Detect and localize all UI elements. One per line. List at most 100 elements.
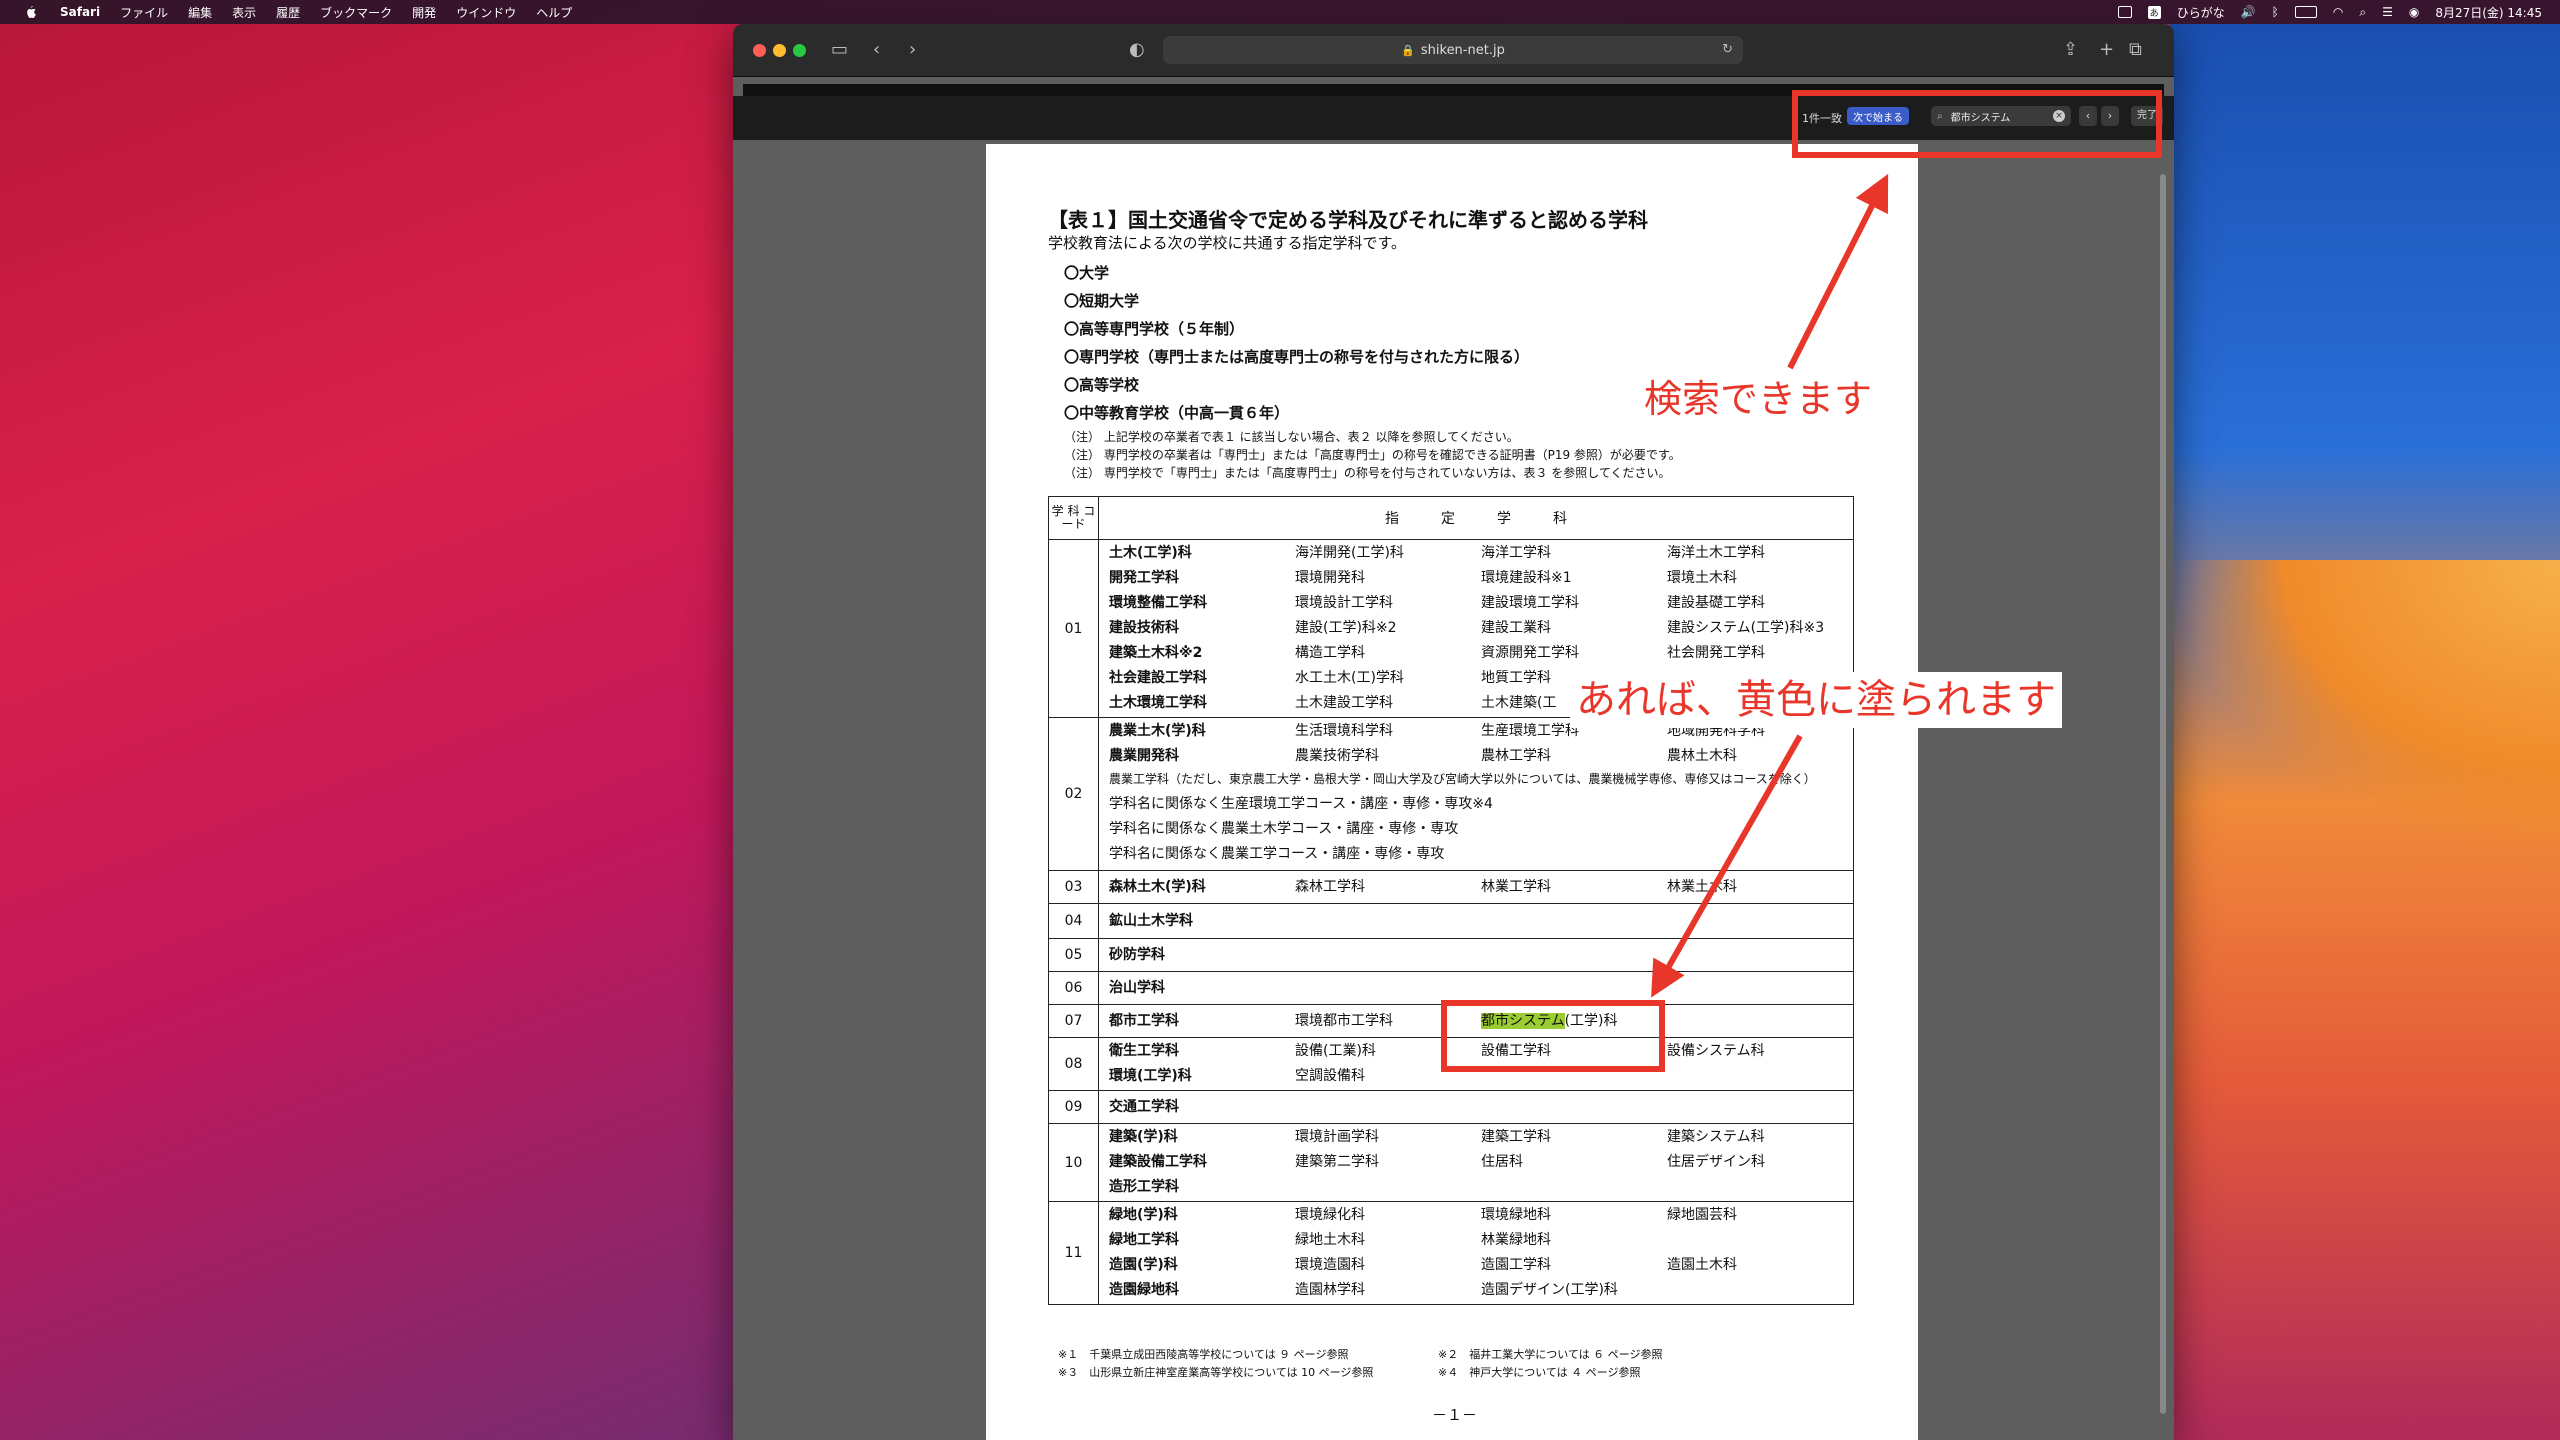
control-center-icon[interactable]: ☰ [2382, 5, 2393, 19]
subject-cell: 資源開発工学科 [1481, 645, 1579, 661]
subject-cell [1481, 1098, 1667, 1117]
subject-cell: 林業工学科 [1481, 878, 1551, 895]
toolbar: ▭ ‹ › ◐ 🔒 shiken-net.jp ↻ ⇪ + ⧉ [733, 24, 2174, 77]
row-code: 07 [1048, 1004, 1099, 1038]
school-item: 〇短期大学 [1064, 292, 1140, 310]
table-row: 05 砂防学科 [1048, 938, 1854, 972]
subject-cell: 建設システム(工学)科※3 [1667, 620, 1825, 636]
subject-cell: 海洋工学科 [1481, 545, 1551, 561]
subject-cell: 環境緑地科 [1481, 1207, 1551, 1223]
subject-cell: 建設基礎工学科 [1667, 595, 1765, 611]
subject-line: 学科名に関係なく生産環境工学コース・講座・専修・専攻※4 [1109, 796, 1493, 812]
menu-window[interactable]: ウインドウ [456, 4, 516, 21]
subject-cell: 造園土木科 [1667, 1257, 1737, 1273]
row-code: 10 [1048, 1123, 1099, 1202]
reload-icon[interactable]: ↻ [1722, 42, 1733, 57]
row-subjects: 鉱山土木学科 [1098, 903, 1854, 939]
pdf-page: 【表１】国土交通省令で定める学科及びそれに準ずると認める学科 学校教育法による次… [986, 144, 1918, 1440]
subject-cell: 環境造園科 [1295, 1257, 1365, 1273]
subject-cell: 農業技術学科 [1295, 748, 1379, 764]
siri-icon[interactable]: ◉ [2409, 5, 2419, 19]
subject-cell: 社会開発工学科 [1667, 645, 1765, 661]
subject-cell: 生活環境科学科 [1295, 723, 1393, 739]
wallpaper-wave [2170, 560, 2560, 860]
subject-cell [1295, 979, 1481, 998]
subject-cell: 緑地(学)科 [1109, 1207, 1178, 1223]
battery-icon[interactable] [2294, 6, 2317, 18]
subject-cell: 建設技術科 [1109, 620, 1179, 636]
subject-cell: 森林工学科 [1295, 878, 1365, 895]
new-tab-icon[interactable]: + [2099, 39, 2114, 61]
forward-icon[interactable]: › [909, 39, 916, 61]
subject-cell: 農業土木(学)科 [1109, 723, 1206, 739]
subject-cell [1667, 1098, 1853, 1117]
annotation-search-label: 検索できます [1644, 377, 1873, 421]
menu-help[interactable]: ヘルプ [536, 4, 572, 21]
display-icon[interactable] [2117, 6, 2132, 18]
subject-cell [1667, 1067, 1853, 1086]
scrollbar[interactable] [2160, 174, 2166, 1414]
bluetooth-icon[interactable]: ᛒ [2272, 5, 2279, 19]
menu-clock[interactable]: 8月27日(金) 14:45 [2435, 4, 2542, 21]
volume-icon[interactable]: 🔊 [2241, 5, 2256, 19]
subject-cell [1481, 979, 1667, 998]
row-subjects: 森林土木(学)科 森林工学科 林業工学科 林業土木科 [1098, 870, 1854, 904]
table-row: 04 鉱山土木学科 [1048, 903, 1854, 939]
subject-cell: 環境計画学科 [1295, 1129, 1379, 1145]
subject-cell: 農林工学科 [1481, 748, 1551, 764]
subject-cell: 緑地園芸科 [1667, 1207, 1737, 1223]
menu-app-name[interactable]: Safari [60, 5, 100, 19]
subjects-header: 指 定 学 科 [1098, 496, 1854, 540]
back-icon[interactable]: ‹ [873, 39, 880, 61]
zoom-window-button[interactable] [793, 44, 806, 57]
row-code: 01 [1048, 539, 1099, 718]
subject-line: 学科名に関係なく農業土木学コース・講座・専修・専攻 [1109, 821, 1459, 837]
subject-cell: 造園緑地科 [1109, 1282, 1179, 1298]
subject-cell: 構造工学科 [1295, 645, 1365, 661]
subject-cell [1481, 912, 1667, 931]
wifi-icon[interactable]: ◠ [2333, 5, 2343, 19]
menu-bar: Safari ファイル 編集 表示 履歴 ブックマーク 開発 ウインドウ ヘルプ… [0, 0, 2560, 24]
school-item: 〇専門学校（専門士または高度専門士の称号を付与された方に限る） [1064, 348, 1530, 366]
close-window-button[interactable] [753, 44, 766, 57]
subject-cell [1667, 946, 1853, 965]
subject-cell: 建築第二学科 [1295, 1154, 1379, 1170]
subject-cell: 造園林学科 [1295, 1282, 1365, 1298]
subject-table: 学 科 コード 指 定 学 科 01 土木(工学)科 海洋開発(工学)科 海洋工学科 海… [1048, 496, 1854, 1305]
table-row: 10 建築(学)科 環境計画学科 建築工学科 建築システム科 建築設備工学科 建築第二学科 住… [1048, 1123, 1854, 1202]
minimize-window-button[interactable] [773, 44, 786, 57]
menu-file[interactable]: ファイル [120, 4, 168, 21]
subject-cell: 森林土木(学)科 [1109, 878, 1206, 895]
ime-icon[interactable]: あ [2147, 5, 2161, 19]
note: （注） 専門学校の卒業者は「専門士」または「高度専門士」の称号を確認できる証明書… [1064, 448, 1681, 462]
menu-view[interactable]: 表示 [232, 4, 256, 21]
code-header: 学 科 コード [1048, 496, 1099, 540]
page-subtitle: 学校教育法による次の学校に共通する指定学科です。 [1048, 234, 1407, 252]
subject-cell: 建設工業科 [1481, 620, 1551, 636]
table-row: 11 緑地(学)科 環境緑化科 環境緑地科 緑地園芸科 緑地工学科 緑地土木科 林業緑地科 造園… [1048, 1201, 1854, 1305]
menu-bookmarks[interactable]: ブックマーク [320, 4, 392, 21]
subject-cell: 林業土木科 [1667, 878, 1737, 895]
subject-cell [1481, 946, 1667, 965]
address-bar[interactable]: 🔒 shiken-net.jp ↻ [1163, 36, 1743, 64]
row-code: 06 [1048, 971, 1099, 1005]
footnote: ※２ 福井工業大学については ６ ページ参照 [1438, 1348, 1663, 1361]
privacy-shield-icon[interactable]: ◐ [1129, 39, 1145, 61]
row-subjects: 砂防学科 [1098, 938, 1854, 972]
sidebar-icon[interactable]: ▭ [831, 39, 848, 61]
menu-develop[interactable]: 開発 [412, 4, 436, 21]
spotlight-icon[interactable]: ⌕ [2359, 5, 2366, 20]
subject-cell [1295, 912, 1481, 931]
row-code: 02 [1048, 717, 1099, 871]
share-icon[interactable]: ⇪ [2063, 39, 2078, 61]
menu-edit[interactable]: 編集 [188, 4, 212, 21]
subject-cell: 環境(工学)科 [1109, 1068, 1192, 1084]
ime-label[interactable]: ひらがな [2177, 4, 2225, 21]
row-code: 11 [1048, 1201, 1099, 1305]
subject-cell [1295, 1098, 1481, 1117]
apple-icon[interactable] [22, 4, 38, 20]
tab-overview-icon[interactable]: ⧉ [2129, 39, 2142, 61]
menu-history[interactable]: 履歴 [276, 4, 300, 21]
row-code: 08 [1048, 1037, 1099, 1091]
footnote: ※３ 山形県立新庄神室産業高等学校については 10 ページ参照 [1058, 1366, 1374, 1379]
